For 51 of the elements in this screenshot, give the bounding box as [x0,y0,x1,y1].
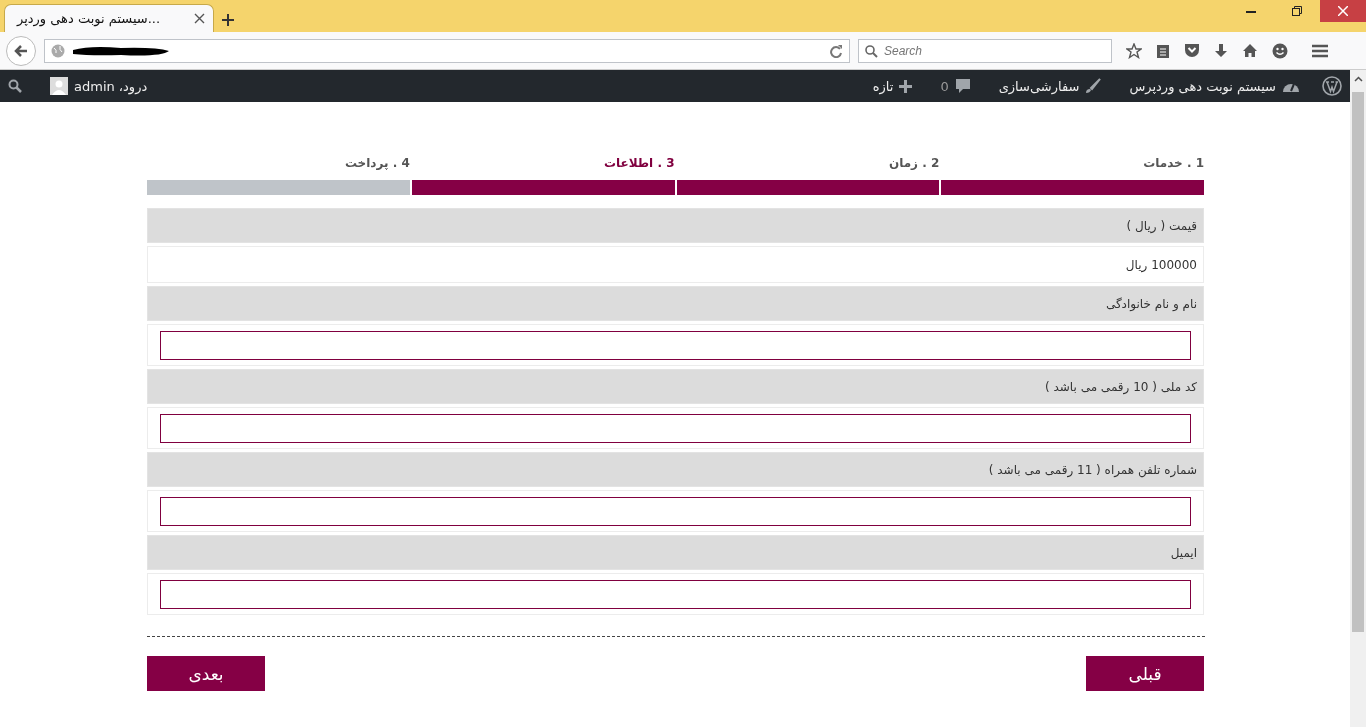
pocket-icon[interactable] [1184,43,1200,58]
smiley-icon[interactable] [1272,42,1288,59]
search-icon[interactable] [8,79,22,93]
step-label[interactable]: 3 . اطلاعات [603,156,675,170]
next-button[interactable]: بعدی [147,656,265,691]
scrollbar[interactable] [1350,70,1366,727]
download-icon[interactable] [1214,42,1228,59]
reload-icon[interactable] [829,43,843,58]
field-label: شماره تلفن همراه ( 11 رقمی می باشد ) [988,462,1197,477]
brush-icon [1085,78,1102,94]
price-value: 100000 ریال [1125,257,1197,272]
new-tab-icon[interactable] [222,14,234,26]
scroll-up-icon[interactable] [1353,76,1363,82]
close-icon [1338,6,1348,16]
globe-icon [51,43,65,58]
menu-icon[interactable] [1312,43,1328,58]
field-label: نام و نام خانوادگی [1105,296,1197,311]
comments-link[interactable]: 0 [940,78,971,94]
address-field[interactable] [44,38,850,63]
field-label: کد ملی ( 10 رقمی می باشد ) [1044,379,1197,394]
step-label[interactable]: 1 . خدمات [1143,156,1204,170]
scroll-thumb[interactable] [1352,92,1364,632]
step-label[interactable]: 4 . پرداخت [344,156,410,170]
new-content-link[interactable]: تازه [872,78,913,94]
restore-icon[interactable] [1292,6,1302,16]
minimize-icon[interactable] [1246,9,1256,13]
home-icon[interactable] [1242,43,1258,58]
input-field[interactable] [160,413,1191,443]
star-icon[interactable] [1126,42,1142,59]
close-icon[interactable] [194,13,205,24]
site-name-link[interactable]: سیستم نوبت دهی وردپرس [1129,78,1300,94]
input-field[interactable] [160,496,1191,526]
tab-title: سیستم نوبت دهی وردپر... [17,11,162,26]
plus-icon [899,79,913,93]
close-window-button[interactable] [1320,0,1366,22]
back-button[interactable] [6,35,36,66]
previous-button[interactable]: قبلی [1086,656,1204,691]
step-label[interactable]: 2 . زمان [888,156,940,170]
avatar-icon [50,77,68,95]
field-label: ایمیل [1170,545,1197,560]
customize-link[interactable]: سفارشی‌سازی [998,78,1102,94]
browser-tab[interactable]: سیستم نوبت دهی وردپر... [4,4,214,32]
account-link[interactable]: درود، admin [50,77,148,95]
clipboard-icon[interactable] [1156,42,1170,59]
wordpress-logo-icon[interactable] [1322,76,1342,96]
input-field[interactable] [160,579,1191,609]
search-field[interactable]: Search [858,38,1112,63]
arrow-left-icon [14,43,28,58]
input-field[interactable] [160,330,1191,360]
comment-icon [954,78,971,94]
field-label: قیمت ( ریال ) [1126,218,1197,233]
